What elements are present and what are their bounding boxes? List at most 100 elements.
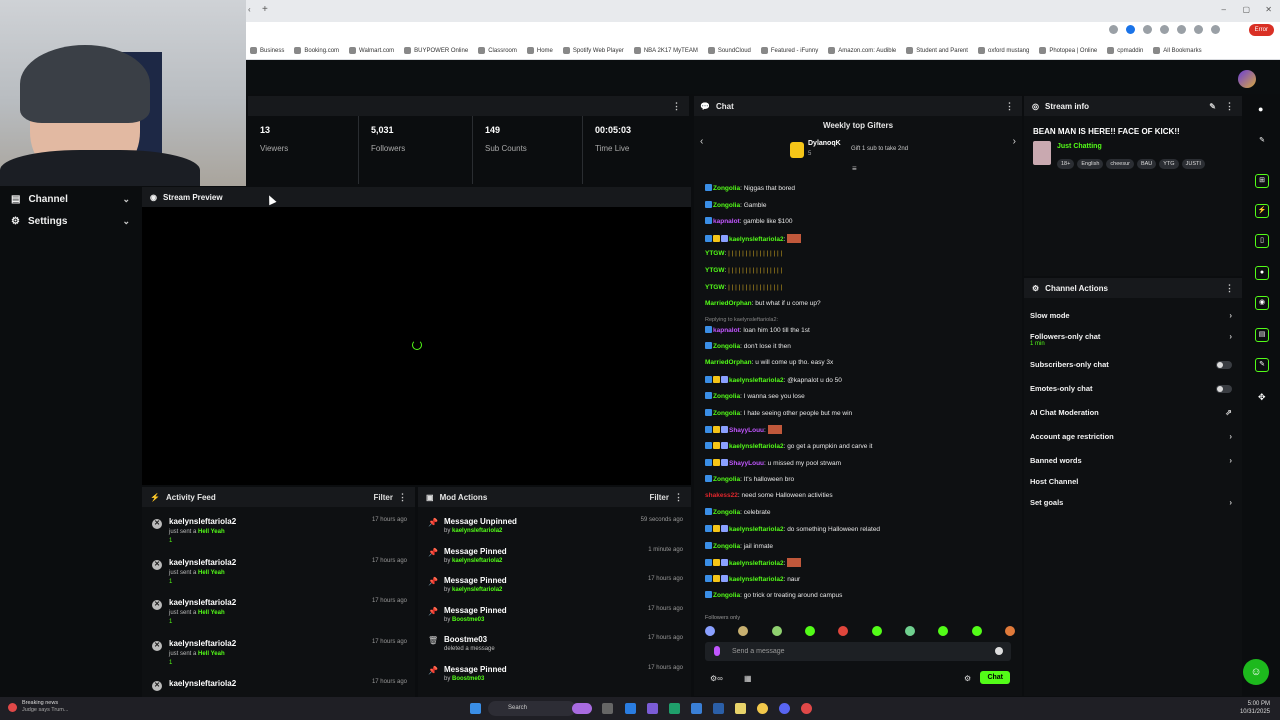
more-options-icon[interactable]: ⋮ [1225, 101, 1234, 112]
mod-action-user[interactable]: kaelynsleftariola2 [452, 558, 502, 564]
user-avatar[interactable] [1238, 70, 1256, 88]
windows-start-icon[interactable] [470, 703, 481, 714]
more-options-icon[interactable]: ⋮ [674, 492, 683, 503]
chat-message[interactable]: shakess22: need some Halloween activitie… [705, 492, 1015, 499]
settings-icon[interactable]: ⚙∞ [710, 674, 723, 683]
file-explorer-icon[interactable] [735, 703, 746, 714]
info-icon[interactable]: ● [1258, 104, 1263, 114]
help-chat-bubble-icon[interactable]: ☺ [1243, 659, 1269, 685]
chat-username[interactable]: YTGW [705, 284, 725, 291]
bookmark-item[interactable]: Home [526, 47, 553, 54]
chat-input-box[interactable] [705, 642, 1011, 661]
chat-username[interactable]: kaelynsleftariola2 [729, 377, 784, 384]
chat-username[interactable]: ShayyLouu [729, 427, 764, 434]
app-icon[interactable] [691, 703, 702, 714]
puzzle-icon[interactable]: ✥ [1258, 392, 1266, 403]
gear-icon[interactable]: ⚙ [964, 674, 971, 683]
app-icon[interactable] [669, 703, 680, 714]
app-icon[interactable] [713, 703, 724, 714]
chevron-left-icon[interactable]: ‹ [700, 136, 703, 147]
filter-button[interactable]: Filter [649, 493, 669, 502]
pencil-icon[interactable]: ✎ [1255, 134, 1269, 148]
bookmark-item[interactable]: Spotify Web Player [562, 47, 624, 54]
chat-message[interactable]: Zongolia: Gamble [705, 200, 1015, 209]
chat-message[interactable]: kaelynsleftariola2: [705, 558, 1015, 568]
extension-icon[interactable] [1109, 25, 1118, 34]
chat-message-input[interactable] [732, 642, 982, 661]
channel-action-item[interactable]: Subscribers-only chat [1030, 360, 1236, 369]
top-gifter-name[interactable]: DylanoqK [808, 140, 841, 147]
wrench-icon[interactable]: ✎ [1255, 358, 1269, 372]
teams-icon[interactable] [647, 703, 658, 714]
chat-message[interactable]: YTGW: | | | | | | | | | | | | | | | | [705, 250, 1015, 257]
stream-tag[interactable]: 18+ [1057, 159, 1075, 169]
chat-message[interactable]: Zongolia: jail inmate [705, 541, 1015, 550]
chat-username[interactable]: Zongolia [713, 343, 740, 350]
chat-username[interactable]: Zongolia [713, 509, 740, 516]
chat-message[interactable]: kaelynsleftariola2: do something Hallowe… [705, 525, 1015, 533]
gift-sub-cta[interactable]: Gift 1 sub to take 2nd [851, 146, 908, 152]
stream-tag[interactable]: BAU [1136, 159, 1157, 169]
bookmark-item[interactable]: Walmart.com [349, 47, 394, 54]
activity-user[interactable]: kaelynsleftariola2 [169, 598, 236, 607]
gift-icon[interactable]: ▦ [744, 674, 752, 683]
channel-action-item[interactable]: Banned words › [1030, 456, 1236, 465]
activity-user[interactable]: kaelynsleftariola2 [169, 558, 236, 567]
chat-message[interactable]: Zongolia: It's halloween bro [705, 475, 1015, 483]
app-icon[interactable] [801, 703, 812, 714]
emote-icon[interactable] [738, 626, 749, 636]
chat-message[interactable]: kapnalot: gamble like $100 [705, 217, 1015, 225]
bookmark-item[interactable]: NBA 2K17 MyTEAM [633, 47, 698, 54]
activity-user[interactable]: kaelynsleftariola2 [169, 679, 236, 688]
activity-user[interactable]: kaelynsleftariola2 [169, 639, 236, 648]
chat-message[interactable]: Zongolia: go trick or treating around ca… [705, 591, 1015, 599]
mod-action-user[interactable]: kaelynsleftariola2 [452, 528, 502, 534]
mod-action-user[interactable]: kaelynsleftariola2 [452, 587, 502, 593]
chat-message[interactable]: Zongolia: celebrate [705, 508, 1015, 516]
discord-icon[interactable] [779, 703, 790, 714]
chat-message[interactable]: ShayyLouu: u missed my pool strwam [705, 458, 1015, 467]
channel-action-item[interactable]: Slow mode › [1030, 311, 1236, 320]
activity-user[interactable]: kaelynsleftariola2 [169, 517, 236, 526]
emote-icon[interactable] [804, 626, 815, 636]
chat-message[interactable]: kapnalot: loan him 100 till the 1st [705, 325, 1015, 334]
channel-action-item[interactable]: Set goals › [1030, 498, 1236, 507]
chat-username[interactable]: kapnalot [713, 218, 740, 225]
emote-icon[interactable] [771, 626, 782, 636]
emote-icon[interactable] [705, 626, 715, 636]
taskbar-clock[interactable]: 5:00 PM 10/31/2025 [1240, 700, 1270, 716]
chat-username[interactable]: MarriedOrphan [705, 359, 752, 366]
channel-action-item[interactable]: AI Chat Moderation ⇗ [1030, 408, 1236, 417]
toggle-switch[interactable] [1216, 361, 1232, 369]
lightning-icon[interactable]: ⚡ [1255, 204, 1269, 218]
bookmark-item[interactable]: SoundCloud [707, 47, 751, 54]
chat-username[interactable]: kaelynsleftariola2 [729, 576, 784, 583]
chat-username[interactable]: Zongolia [713, 393, 740, 400]
star-icon[interactable] [1126, 25, 1135, 34]
chat-bubble-icon[interactable]: ● [1255, 266, 1269, 280]
bookmark-item[interactable]: Photopea | Online [1039, 47, 1097, 54]
extension-icon[interactable] [1160, 25, 1169, 34]
profile-error-button[interactable]: Error [1248, 24, 1274, 36]
channel-action-item[interactable]: Followers-only chat 1 min › [1030, 332, 1236, 347]
close-window-icon[interactable]: ✕ [1265, 5, 1272, 14]
stream-tag[interactable]: YTG [1159, 159, 1179, 169]
chat-username[interactable]: Zongolia [713, 592, 740, 599]
bookmark-item[interactable]: oxford mustang [977, 47, 1029, 54]
grid-icon[interactable]: ▤ [1255, 328, 1269, 342]
bookmark-item[interactable]: Business [250, 47, 284, 54]
microphone-icon[interactable] [714, 646, 720, 656]
chat-message[interactable]: Zongolia: I hate seeing other people but… [705, 408, 1015, 417]
edit-pencil-icon[interactable]: ✎ [1209, 102, 1216, 111]
bookmark-item[interactable]: BUYPOWER Online [404, 47, 468, 54]
filter-button[interactable]: Filter [373, 493, 393, 502]
copilot-icon[interactable] [572, 703, 592, 714]
chat-message[interactable]: Zongolia: don't lose it then [705, 342, 1015, 350]
chat-message[interactable]: YTGW: | | | | | | | | | | | | | | | | [705, 267, 1015, 274]
chat-send-button[interactable]: Chat [980, 671, 1010, 684]
bookmark-item[interactable]: Booking.com [294, 47, 339, 54]
stream-tag[interactable]: English [1077, 159, 1104, 169]
mod-action-user[interactable]: Boostme03 [452, 676, 484, 682]
chat-username[interactable]: kapnalot [713, 327, 740, 334]
phone-icon[interactable]: ▯ [1255, 234, 1269, 248]
